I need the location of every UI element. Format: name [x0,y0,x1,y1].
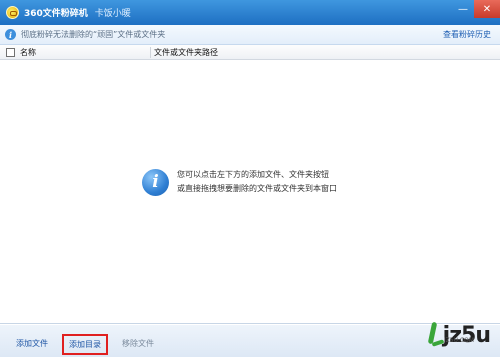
app-logo-icon [6,6,19,19]
window-subtitle: 卡饭小暖 [94,9,131,19]
info-icon: i [142,168,169,196]
info-text: 彻底粉碎无法删除的“顽固”文件或文件夹 [21,30,166,39]
bottom-toolbar: 添加文件 添加目录 移除文件 [0,325,500,357]
hint-text: 您可以点击左下方的添加文件、文件夹按钮 或直接拖拽想要删除的文件或文件夹到本窗口 [177,168,337,196]
title-bar: 360文件粉碎机 卡饭小暖 — ✕ [0,0,500,25]
minimize-button[interactable]: — [452,0,474,18]
close-button[interactable]: ✕ [474,0,500,18]
watermark-subtext: JZ5U.COM [443,337,474,344]
column-divider[interactable] [150,46,151,58]
window-title: 360文件粉碎机 [24,9,88,19]
view-history-link[interactable]: 查看粉碎历史 [443,29,491,40]
table-header: 名称 文件或文件夹路径 [0,45,500,60]
select-all-checkbox[interactable] [6,47,15,57]
info-bar: i 彻底粉碎无法删除的“顽固”文件或文件夹 查看粉碎历史 [0,25,500,45]
add-file-button[interactable]: 添加文件 [16,338,48,349]
watermark-logo: jz5u JZ5U.COM [428,318,491,348]
leaf-icon [428,318,442,348]
column-header-path[interactable]: 文件或文件夹路径 [154,47,218,58]
window-controls: — ✕ [452,0,500,18]
watermark-text: jz5u [442,323,491,348]
remove-file-button[interactable]: 移除文件 [122,338,154,349]
add-directory-button[interactable]: 添加目录 [62,334,108,355]
column-header-name[interactable]: 名称 [20,47,150,58]
info-icon: i [5,29,16,40]
hint-line-2: 或直接拖拽想要删除的文件或文件夹到本窗口 [177,184,337,193]
file-list[interactable]: i 您可以点击左下方的添加文件、文件夹按钮 或直接拖拽想要删除的文件或文件夹到本… [0,60,500,324]
empty-hint: i 您可以点击左下方的添加文件、文件夹按钮 或直接拖拽想要删除的文件或文件夹到本… [142,168,337,196]
hint-line-1: 您可以点击左下方的添加文件、文件夹按钮 [177,170,329,179]
